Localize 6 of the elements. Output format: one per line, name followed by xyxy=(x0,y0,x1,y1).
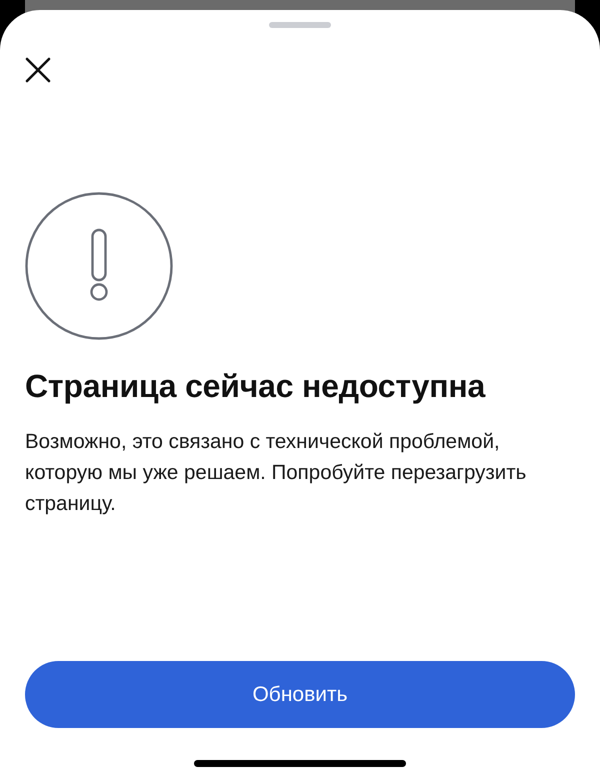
error-message: Возможно, это связано с технической проблемой, которую мы уже решаем. Попробуйте перезагрузить страницу. xyxy=(25,429,528,517)
exclamation-icon xyxy=(25,192,173,340)
error-title: Страница сейчас недоступна xyxy=(25,368,486,405)
drag-handle[interactable] xyxy=(269,22,331,28)
refresh-button[interactable]: Обновить xyxy=(25,661,575,728)
close-icon[interactable] xyxy=(25,57,51,83)
